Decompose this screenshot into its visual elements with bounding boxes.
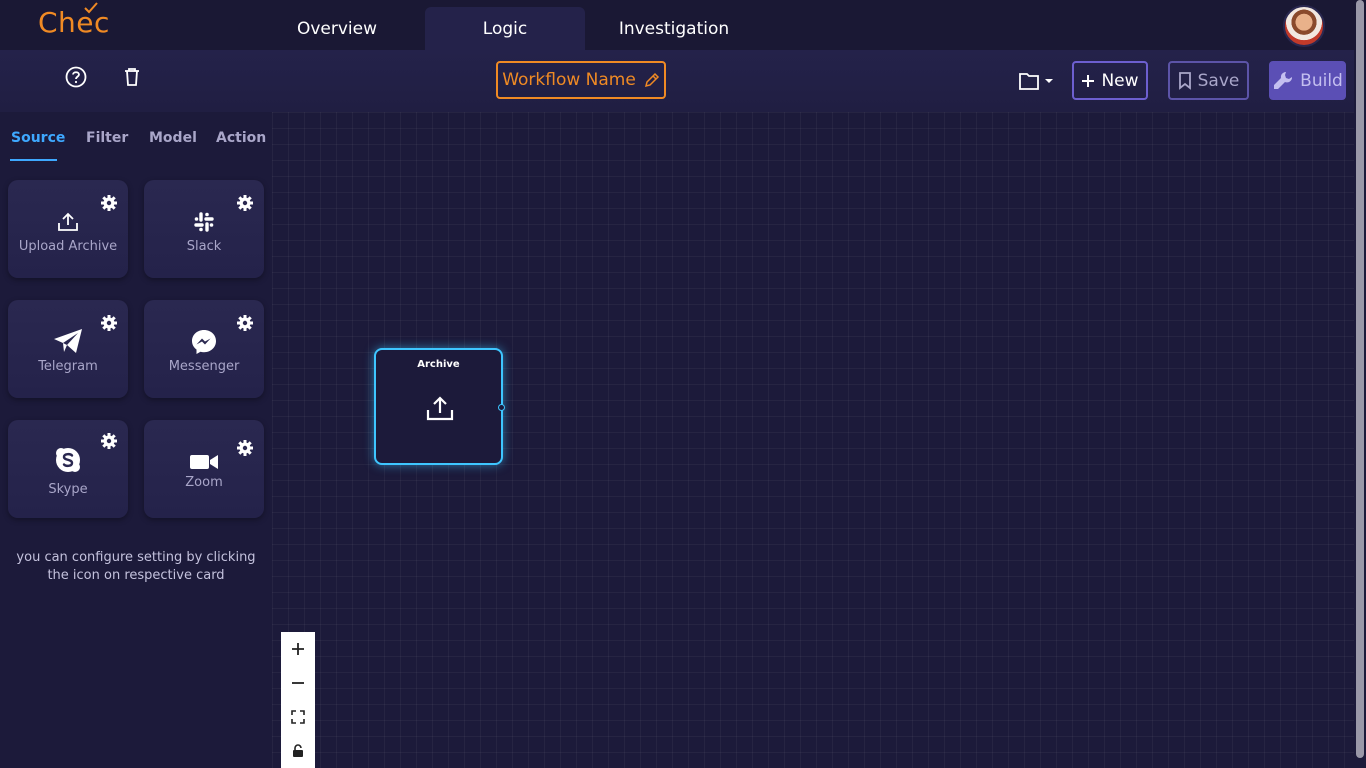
active-tab-indicator [10, 159, 57, 161]
bookmark-icon [1178, 71, 1191, 90]
fullscreen-icon [291, 710, 305, 724]
card-label: Telegram [38, 359, 98, 374]
app-logo[interactable]: Chec [38, 2, 110, 39]
card-label: Zoom [185, 475, 223, 490]
zoom-in-button[interactable] [281, 632, 315, 666]
workflow-node-archive[interactable]: Archive [374, 348, 503, 465]
palette-tab-action[interactable]: Action [216, 130, 266, 146]
build-button[interactable]: Build [1269, 61, 1346, 100]
config-hint-text: you can configure setting by clicking th… [16, 550, 256, 583]
gear-icon[interactable] [100, 194, 118, 212]
new-button[interactable]: New [1072, 61, 1148, 100]
gear-icon[interactable] [236, 439, 254, 457]
palette-tab-model[interactable]: Model [149, 130, 197, 146]
upload-icon [58, 212, 78, 231]
skype-icon [56, 448, 80, 472]
node-output-handle[interactable] [498, 404, 505, 411]
gear-icon[interactable] [236, 194, 254, 212]
gear-icon[interactable] [236, 314, 254, 332]
lock-icon [293, 744, 303, 757]
telegram-icon [54, 329, 82, 353]
upload-icon [426, 396, 454, 421]
lock-button[interactable] [281, 734, 315, 768]
trash-icon[interactable] [121, 66, 143, 88]
logo-check-icon [84, 2, 98, 14]
vertical-scrollbar-thumb[interactable] [1356, 0, 1364, 758]
source-card-upload-archive[interactable]: Upload Archive [8, 180, 128, 278]
tab-investigation[interactable]: Investigation [594, 7, 754, 50]
workflow-toolbar [0, 50, 1366, 112]
zoom-out-button[interactable] [281, 666, 315, 700]
wrench-icon [1274, 71, 1293, 89]
card-label: Skype [48, 482, 88, 497]
gear-icon[interactable] [100, 432, 118, 450]
folder-dropdown-icon[interactable] [1018, 70, 1056, 92]
canvas-zoom-controls [281, 632, 315, 768]
help-icon[interactable] [65, 66, 87, 88]
minus-icon [292, 682, 304, 684]
source-card-skype[interactable]: Skype [8, 420, 128, 518]
tab-overview[interactable]: Overview [258, 7, 416, 50]
plus-icon [1082, 74, 1095, 87]
source-card-messenger[interactable]: Messenger [144, 300, 264, 398]
card-label: Slack [186, 239, 222, 254]
node-title: Archive [417, 359, 460, 370]
workflow-name-field[interactable]: Workflow Name [496, 61, 666, 99]
slack-icon [194, 212, 214, 232]
source-card-telegram[interactable]: Telegram [8, 300, 128, 398]
card-label: Upload Archive [18, 239, 118, 254]
top-nav: Chec Overview Logic Investigation [0, 0, 1366, 50]
plus-icon [292, 643, 304, 655]
source-card-slack[interactable]: Slack [144, 180, 264, 278]
source-card-zoom[interactable]: Zoom [144, 420, 264, 518]
tab-logic[interactable]: Logic [425, 7, 585, 50]
palette-tab-source[interactable]: Source [11, 130, 65, 146]
save-button[interactable]: Save [1168, 61, 1249, 100]
gear-icon[interactable] [100, 314, 118, 332]
zoom-icon [190, 455, 218, 469]
fit-view-button[interactable] [281, 700, 315, 734]
palette-tab-filter[interactable]: Filter [86, 130, 128, 146]
card-label: Messenger [168, 359, 240, 374]
messenger-icon [192, 330, 216, 354]
pencil-icon[interactable] [644, 72, 660, 88]
user-avatar[interactable] [1283, 5, 1325, 47]
